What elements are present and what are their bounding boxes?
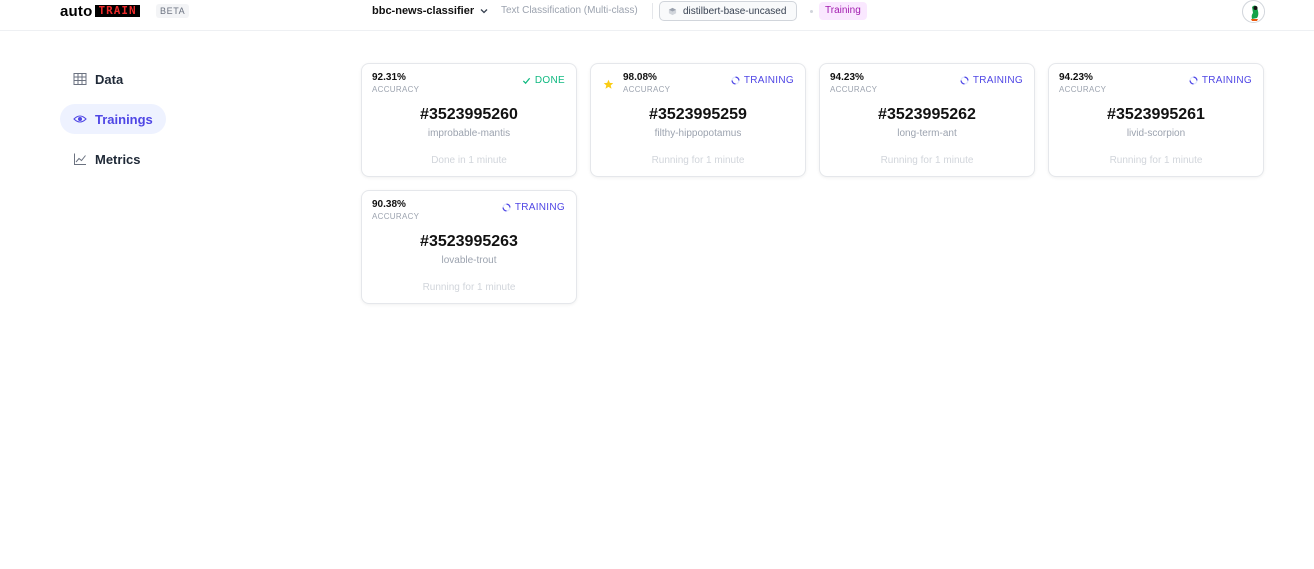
user-avatar-icon xyxy=(1243,1,1264,22)
project-name: bbc-news-classifier xyxy=(372,5,475,17)
status-badge: TRAINING xyxy=(731,75,794,86)
run-time: Done in 1 minute xyxy=(431,155,507,166)
chevron-down-icon xyxy=(480,9,488,14)
header-divider xyxy=(652,3,653,19)
run-id: #3523995259 xyxy=(649,106,747,123)
avatar[interactable] xyxy=(1242,0,1265,23)
run-name: livid-scorpion xyxy=(1126,128,1186,139)
training-card-3523995261[interactable]: 94.23% ACCURACY TRAINING #3523995261 liv… xyxy=(1048,63,1264,177)
status-text: TRAINING xyxy=(972,75,1023,86)
project-status-badge: Training xyxy=(819,2,867,20)
run-time: Running for 1 minute xyxy=(651,155,745,166)
status-text: DONE xyxy=(534,75,565,86)
sidebar-item-label: Data xyxy=(95,71,124,87)
run-time: Running for 1 minute xyxy=(422,282,516,293)
beta-badge: BETA xyxy=(156,4,190,18)
status-text: TRAINING xyxy=(1201,75,1252,86)
status-text: TRAINING xyxy=(514,202,565,213)
task-type: Text Classification (Multi-class) xyxy=(501,5,638,16)
accuracy-label: ACCURACY xyxy=(1059,85,1107,94)
spinner-icon xyxy=(502,203,511,212)
chart-line-icon xyxy=(74,153,86,165)
check-icon xyxy=(522,77,531,85)
status-badge: DONE xyxy=(522,75,565,86)
run-id: #3523995261 xyxy=(1107,106,1205,123)
run-name: long-term-ant xyxy=(897,128,957,139)
autotrain-logo[interactable]: auto TRAIN xyxy=(60,2,140,20)
status-badge: TRAINING xyxy=(960,75,1023,86)
sidebar-item-data[interactable]: Data xyxy=(60,64,136,94)
run-id: #3523995263 xyxy=(420,233,518,250)
run-name: improbable-mantis xyxy=(427,128,511,139)
top-header: auto TRAIN BETA bbc-news-classifier Text… xyxy=(0,0,1314,31)
model-badge[interactable]: distilbert-base-uncased xyxy=(659,1,798,21)
status-badge: TRAINING xyxy=(502,202,565,213)
table-icon xyxy=(73,73,87,85)
spinner-icon xyxy=(731,76,740,85)
run-id: #3523995262 xyxy=(878,106,976,123)
training-card-3523995263[interactable]: 90.38% ACCURACY TRAINING #3523995263 lov… xyxy=(361,190,577,304)
spinner-icon xyxy=(960,76,969,85)
accuracy-value: 92.31% xyxy=(372,72,406,83)
training-card-3523995262[interactable]: 94.23% ACCURACY TRAINING #3523995262 lon… xyxy=(819,63,1035,177)
training-card-3523995260[interactable]: 92.31% ACCURACY DONE #3523995260 improba… xyxy=(361,63,577,177)
spinner-icon xyxy=(1189,76,1198,85)
cube-icon xyxy=(668,7,677,15)
run-time: Running for 1 minute xyxy=(880,155,974,166)
training-card-3523995259[interactable]: 98.08% ACCURACY TRAINING #3523995259 fil… xyxy=(590,63,806,177)
accuracy-label: ACCURACY xyxy=(830,85,878,94)
accuracy-value: 98.08% xyxy=(623,72,657,83)
accuracy-value: 94.23% xyxy=(830,72,864,83)
run-id: #3523995260 xyxy=(420,106,518,123)
run-name: filthy-hippopotamus xyxy=(654,128,742,139)
logo-train-text: TRAIN xyxy=(95,5,140,17)
accuracy-label: ACCURACY xyxy=(372,85,420,94)
model-name: distilbert-base-uncased xyxy=(683,5,787,17)
sidebar-item-metrics[interactable]: Metrics xyxy=(60,144,154,174)
status-text: TRAINING xyxy=(743,75,794,86)
accuracy-label: ACCURACY xyxy=(623,85,671,94)
eye-icon xyxy=(73,115,87,123)
sidebar-item-trainings[interactable]: Trainings xyxy=(60,104,166,134)
project-selector[interactable]: bbc-news-classifier xyxy=(372,4,489,18)
run-name: lovable-trout xyxy=(441,255,497,266)
star-icon xyxy=(603,79,614,89)
sidebar-item-label: Metrics xyxy=(95,151,141,167)
dot-separator xyxy=(810,10,813,13)
run-time: Running for 1 minute xyxy=(1109,155,1203,166)
accuracy-value: 94.23% xyxy=(1059,72,1093,83)
accuracy-value: 90.38% xyxy=(372,199,406,210)
sidebar-item-label: Trainings xyxy=(95,111,153,127)
accuracy-label: ACCURACY xyxy=(372,212,420,221)
logo-auto-text: auto xyxy=(60,2,93,20)
status-badge: TRAINING xyxy=(1189,75,1252,86)
